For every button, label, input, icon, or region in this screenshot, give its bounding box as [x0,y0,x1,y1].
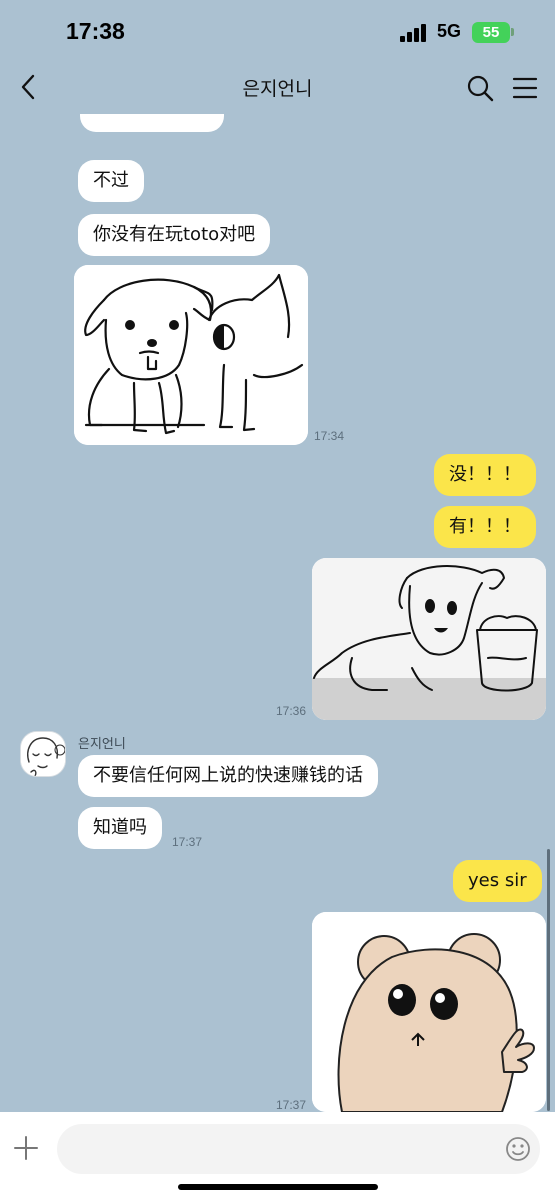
sticker-image-bear[interactable] [312,912,546,1112]
message-bubble-incoming[interactable]: 你没有在玩toto对吧 [78,214,271,256]
status-time: 17:38 [66,18,125,44]
avatar[interactable] [20,731,66,777]
chat-messages[interactable]: 不过 你没有在玩toto对吧 17:34 没！！！ 有！！！ 17:36 은지언… [0,114,555,1112]
message-bubble-incoming[interactable]: 不要信任何网上说的快速赚钱的话 [78,755,378,797]
battery-icon: 55 [472,22,510,43]
battery-tip [511,28,514,36]
message-bubble-outgoing[interactable]: 没！！！ [434,454,536,496]
sticker-image-dogs[interactable] [74,265,308,445]
emoji-button[interactable] [503,1134,533,1164]
message-bubble-partial [80,114,224,132]
status-bar: 17:38 5G 55 [0,0,555,62]
sender-name: 은지언니 [78,737,126,752]
message-bubble-outgoing[interactable]: yes sir [453,860,542,902]
chat-header: 은지언니 [0,62,555,114]
plus-icon [14,1136,38,1160]
dog-with-bucket-illustration [312,558,546,720]
battery-level: 55 [482,24,500,41]
profile-avatar-illustration [21,732,65,776]
message-bubble-incoming[interactable]: 不过 [78,160,144,202]
search-button[interactable] [466,74,494,102]
message-input[interactable] [57,1124,540,1174]
signal-icon [400,24,430,42]
scrollbar[interactable] [547,849,550,1111]
menu-button[interactable] [512,75,538,101]
message-timestamp: 17:37 [172,835,203,849]
hamburger-menu-icon [512,77,538,99]
message-timestamp: 17:34 [314,429,345,443]
message-bubble-incoming[interactable]: 知道吗 [78,807,162,849]
sticker-image-dog-bucket[interactable] [312,558,546,720]
attach-button[interactable] [12,1134,40,1162]
home-indicator [178,1184,378,1190]
network-type: 5G [437,21,462,41]
cartoon-dogs-illustration [74,265,308,445]
bear-sticker-illustration [312,912,546,1112]
message-timestamp: 17:37 [276,1098,307,1112]
message-bubble-outgoing[interactable]: 有！！！ [434,506,536,548]
emoji-smile-icon [506,1137,530,1161]
message-timestamp: 17:36 [276,704,307,718]
search-icon [467,75,494,102]
